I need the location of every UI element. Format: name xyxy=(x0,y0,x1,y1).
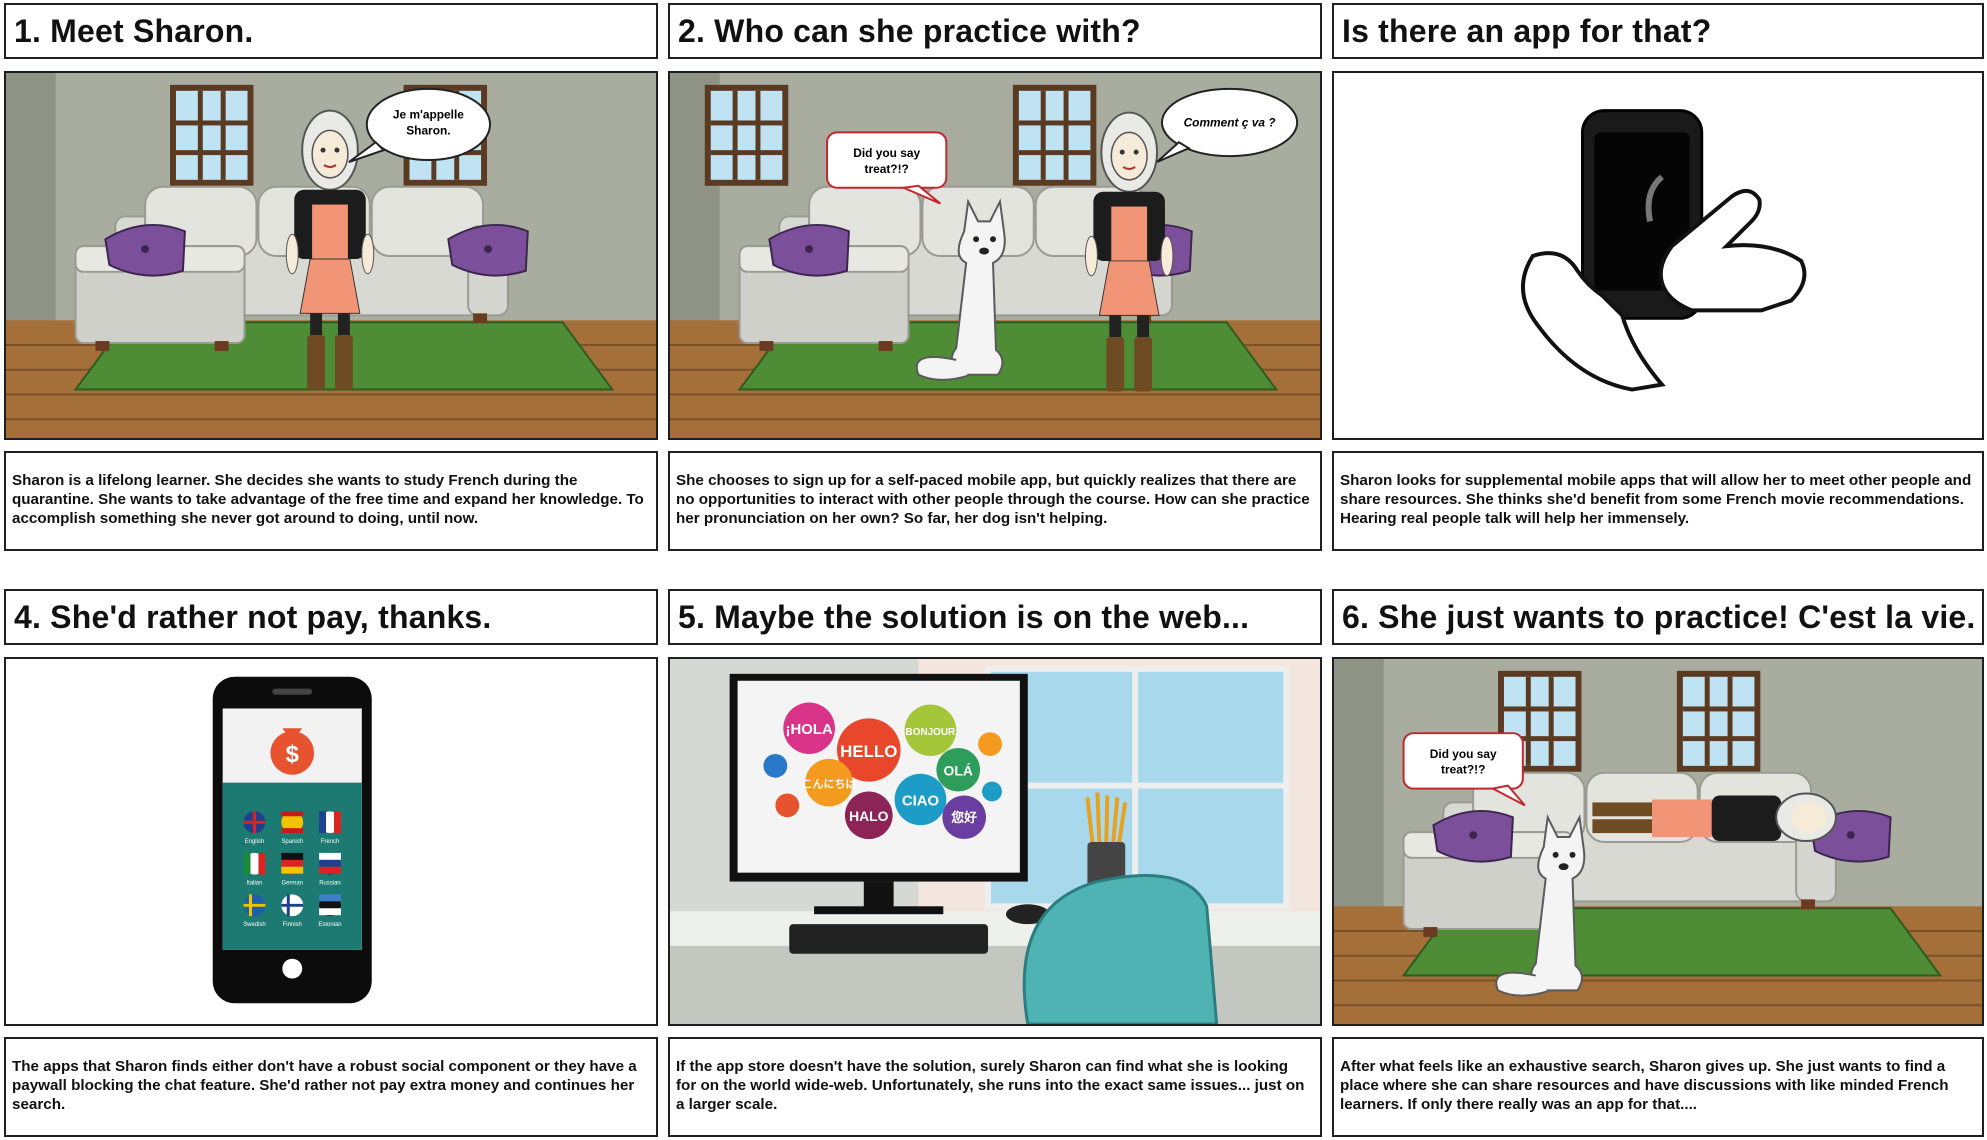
flag-label-finnish: Finnish xyxy=(283,922,302,928)
panel-3-caption: Sharon looks for supplemental mobile app… xyxy=(1332,451,1984,551)
panel-2-caption-text: She chooses to sign up for a self-paced … xyxy=(676,472,1310,527)
flag-label-estonian: Estonian xyxy=(318,922,341,928)
panel-2-image: Did you say treat?!? Comment ç va ? xyxy=(668,71,1322,440)
greeting-ninhao: 您好 xyxy=(951,810,977,825)
panel-5-title-text: 5. Maybe the solution is on the web... xyxy=(678,598,1250,635)
panel-2-title-text: 2. Who can she practice with? xyxy=(678,12,1141,49)
panel-2-dog-bubble-line-1: Did you say xyxy=(853,146,920,160)
panel-5-caption-text: If the app store doesn't have the soluti… xyxy=(676,1058,1305,1113)
panel-2-dog-bubble-line-2: treat?!? xyxy=(865,162,909,176)
greeting-ola: OLÁ xyxy=(944,763,973,779)
panel-1-caption: Sharon is a lifelong learner. She decide… xyxy=(4,451,658,551)
panel-1-bubble-line-1: Je m'appelle xyxy=(393,108,464,122)
panel-5-caption: If the app store doesn't have the soluti… xyxy=(668,1037,1322,1137)
greeting-bonjour: BONJOUR xyxy=(906,727,956,738)
panel-6-title: 6. She just wants to practice! C'est la … xyxy=(1332,589,1984,645)
panel-4-caption-text: The apps that Sharon finds either don't … xyxy=(12,1058,637,1113)
svg-text:$: $ xyxy=(286,741,299,768)
panel-5-title: 5. Maybe the solution is on the web... xyxy=(668,589,1322,645)
flag-label-english: English xyxy=(245,839,265,845)
panel-1-title-text: 1. Meet Sharon. xyxy=(14,12,254,49)
greeting-ciao: CIAO xyxy=(902,793,939,809)
greeting-hello: HELLO xyxy=(840,742,897,761)
panel-6-caption: After what feels like an exhaustive sear… xyxy=(1332,1037,1984,1137)
panel-3-image xyxy=(1332,71,1984,440)
panel-3-caption-text: Sharon looks for supplemental mobile app… xyxy=(1340,472,1972,527)
panel-4-image: $ English Spanish French Italian German … xyxy=(4,657,658,1026)
greeting-halo: HALO xyxy=(849,808,889,824)
flag-label-italian: Italian xyxy=(247,881,263,887)
flag-label-swedish: Swedish xyxy=(243,922,266,928)
greeting-hola: ¡HOLA xyxy=(786,722,833,738)
greeting-konnichiwa: こんにちは xyxy=(802,778,857,791)
panel-1-title: 1. Meet Sharon. xyxy=(4,3,658,59)
flag-label-spanish: Spanish xyxy=(281,839,303,845)
panel-3-title-text: Is there an app for that? xyxy=(1342,12,1712,49)
panel-2-title: 2. Who can she practice with? xyxy=(668,3,1322,59)
panel-1-caption-text: Sharon is a lifelong learner. She decide… xyxy=(12,472,644,527)
panel-3-title: Is there an app for that? xyxy=(1332,3,1984,59)
panel-4-caption: The apps that Sharon finds either don't … xyxy=(4,1037,658,1137)
panel-6-dog-bubble-line-2: treat?!? xyxy=(1441,763,1485,777)
panel-1-image: Je m'appelle Sharon. xyxy=(4,71,658,440)
panel-2-caption: She chooses to sign up for a self-paced … xyxy=(668,451,1322,551)
panel-6-title-text: 6. She just wants to practice! C'est la … xyxy=(1342,598,1976,635)
flag-label-russian: Russian xyxy=(319,881,341,887)
panel-4-title: 4. She'd rather not pay, thanks. xyxy=(4,589,658,645)
flag-label-french: French xyxy=(321,839,340,845)
panel-6-image: Did you say treat?!? xyxy=(1332,657,1984,1026)
panel-6-caption-text: After what feels like an exhaustive sear… xyxy=(1340,1058,1949,1113)
panel-4-title-text: 4. She'd rather not pay, thanks. xyxy=(14,598,492,635)
flag-label-german: German xyxy=(281,881,303,887)
panel-1-bubble-line-2: Sharon. xyxy=(406,123,450,137)
panel-5-image: ¡HOLA HELLO BONJOUR OLÁ こんにちは CIAO HALO … xyxy=(668,657,1322,1026)
panel-2-bubble-line-1: Comment ç va ? xyxy=(1184,115,1277,129)
panel-6-dog-bubble-line-1: Did you say xyxy=(1430,747,1497,761)
